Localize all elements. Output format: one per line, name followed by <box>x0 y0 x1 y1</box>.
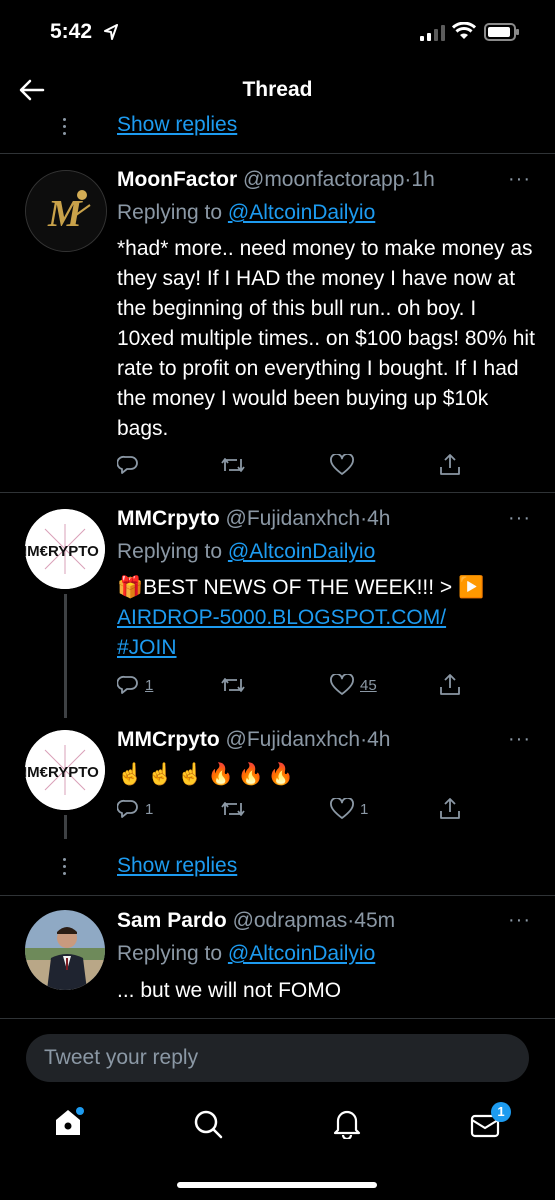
reply-button[interactable] <box>117 454 139 476</box>
retweet-button[interactable] <box>220 674 246 696</box>
tweet-text: *had* more.. need money to make money as… <box>117 237 535 440</box>
like-button[interactable]: 45 <box>330 674 377 696</box>
retweet-icon <box>221 678 245 692</box>
replying-to: Replying to @AltcoinDailyio <box>117 201 375 225</box>
thread-gap-dots <box>63 118 67 139</box>
reply-icon <box>117 799 138 818</box>
author-name[interactable]: Sam Pardo <box>117 909 227 932</box>
retweet-button[interactable] <box>220 454 246 476</box>
author-handle[interactable]: @moonfactorapp <box>243 168 404 191</box>
author-name[interactable]: MMCrpyto <box>117 728 220 751</box>
mmcrypto-logo-icon: IM€RYPTO <box>25 730 105 810</box>
profile-photo-icon <box>25 910 105 990</box>
reply-count: 1 <box>145 676 154 694</box>
heart-icon <box>330 674 354 695</box>
home-indicator <box>177 1182 377 1188</box>
share-icon <box>440 454 460 475</box>
battery-icon <box>484 23 519 41</box>
divider <box>0 895 555 896</box>
reply-button[interactable]: 1 <box>117 674 153 696</box>
tweet-header: MMCrpyto @Fujidanxhch·4h <box>117 728 390 752</box>
show-replies-link[interactable]: Show replies <box>117 113 237 137</box>
tweet-header: MoonFactor @moonfactorapp·1h <box>117 168 435 192</box>
replying-prefix: Replying to <box>117 942 223 965</box>
separator-dot: · <box>360 507 368 530</box>
wifi-icon <box>452 22 476 39</box>
avatar[interactable]: IM€RYPTO <box>25 730 105 810</box>
retweet-button[interactable] <box>220 798 246 820</box>
reply-input-placeholder[interactable]: Tweet your reply <box>44 1046 198 1070</box>
author-name[interactable]: MoonFactor <box>117 168 237 191</box>
reply-count: 1 <box>145 800 154 818</box>
page-title: Thread <box>242 78 313 101</box>
share-icon <box>440 674 460 695</box>
moonfactor-logo-icon: M <box>26 171 106 251</box>
hashtag-link[interactable]: #JOIN <box>117 636 177 659</box>
separator-dot: · <box>360 728 368 751</box>
location-arrow-icon <box>104 24 118 40</box>
author-handle[interactable]: @Fujidanxhch <box>226 728 361 751</box>
share-button[interactable] <box>439 797 461 821</box>
replying-prefix: Replying to <box>117 540 223 563</box>
messages-badge: 1 <box>491 1102 511 1122</box>
replying-to: Replying to @AltcoinDailyio <box>117 942 375 966</box>
author-handle[interactable]: @odrapmas <box>233 909 348 932</box>
replying-to: Replying to @AltcoinDailyio <box>117 540 375 564</box>
divider <box>0 153 555 154</box>
mmcrypto-logo-icon: IM€RYPTO <box>25 509 105 589</box>
airdrop-link[interactable]: AIRDROP-5000.BLOGSPOT.COM/ <box>117 606 446 629</box>
avatar[interactable]: IM€RYPTO <box>25 509 105 589</box>
tweet-time: 1h <box>411 168 435 191</box>
tweet-text: 🎁BEST NEWS OF THE WEEK!!! > ▶️ AIRDROP-5… <box>117 573 537 663</box>
like-count: 45 <box>360 676 377 694</box>
replying-prefix: Replying to <box>117 201 223 224</box>
share-icon <box>440 798 460 819</box>
like-button[interactable]: 1 <box>330 798 368 820</box>
retweet-icon <box>221 458 245 472</box>
heart-icon <box>330 454 354 475</box>
svg-text:IM€RYPTO: IM€RYPTO <box>25 764 99 781</box>
thread-connector <box>64 594 67 718</box>
share-button[interactable] <box>439 453 461 477</box>
search-icon[interactable] <box>192 1108 224 1140</box>
tweet-text-prefix: 🎁BEST NEWS OF THE WEEK!!! > ▶️ <box>117 576 485 599</box>
reply-button[interactable]: 1 <box>117 798 153 820</box>
more-options-icon[interactable]: ··· <box>508 909 531 932</box>
svg-text:IM€RYPTO: IM€RYPTO <box>25 543 99 560</box>
divider <box>0 492 555 493</box>
more-options-icon[interactable]: ··· <box>508 507 531 530</box>
status-time: 5:42 <box>50 20 93 43</box>
avatar[interactable]: M <box>25 170 107 252</box>
avatar[interactable] <box>25 910 105 990</box>
tweet-header: Sam Pardo @odrapmas·45m <box>117 909 395 933</box>
home-icon[interactable] <box>52 1106 84 1138</box>
reply-icon <box>117 455 138 474</box>
like-count: 1 <box>360 800 369 818</box>
tweet-time: 45m <box>354 909 396 932</box>
show-replies-link[interactable]: Show replies <box>117 854 237 878</box>
share-button[interactable] <box>439 673 461 697</box>
author-name[interactable]: MMCrpyto <box>117 507 220 530</box>
tweet-text: ... but we will not FOMO <box>117 979 342 1002</box>
author-handle[interactable]: @Fujidanxhch <box>226 507 361 530</box>
tweet-header: MMCrpyto @Fujidanxhch·4h <box>117 507 390 531</box>
replying-to-link[interactable]: @AltcoinDailyio <box>228 540 375 563</box>
tweet-time: 4h <box>367 728 391 751</box>
tweet-time: 4h <box>367 507 391 530</box>
thread-connector <box>64 815 67 839</box>
retweet-icon <box>221 802 245 816</box>
reply-icon <box>117 675 138 694</box>
divider <box>0 1018 555 1019</box>
tweet-text: ☝️☝️☝️🔥🔥🔥 <box>117 763 298 786</box>
like-button[interactable] <box>330 454 354 476</box>
replying-to-link[interactable]: @AltcoinDailyio <box>228 201 375 224</box>
notifications-bell-icon[interactable] <box>331 1107 363 1139</box>
cellular-signal-icon <box>420 25 445 41</box>
thread-gap-dots <box>63 858 67 879</box>
heart-icon <box>330 798 354 819</box>
more-options-icon[interactable]: ··· <box>508 168 531 191</box>
replying-to-link[interactable]: @AltcoinDailyio <box>228 942 375 965</box>
more-options-icon[interactable]: ··· <box>508 728 531 751</box>
